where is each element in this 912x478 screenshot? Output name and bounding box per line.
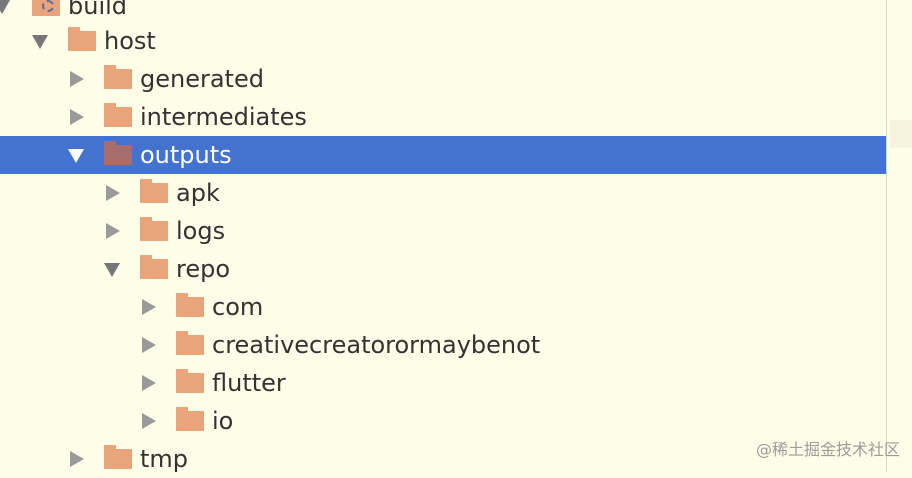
folder-icon xyxy=(176,407,204,431)
folder-icon xyxy=(176,293,204,317)
tree-item-label: repo xyxy=(176,255,231,283)
collapse-arrow-icon[interactable] xyxy=(142,337,156,353)
folder-icon xyxy=(176,331,204,355)
tree-item-label: generated xyxy=(140,65,264,93)
tree-item-intermediates[interactable]: intermediates xyxy=(0,98,886,136)
folder-icon xyxy=(140,179,168,203)
tree-item-label: flutter xyxy=(212,369,286,397)
expand-arrow-icon[interactable] xyxy=(32,35,48,49)
expand-arrow-icon[interactable] xyxy=(68,149,84,163)
folder-icon xyxy=(140,217,168,241)
tree-item-label: build xyxy=(68,0,128,20)
tree-item-host[interactable]: host xyxy=(0,22,886,60)
collapse-arrow-icon[interactable] xyxy=(70,451,84,467)
tree-item-label: outputs xyxy=(140,141,232,169)
tree-item-creativecreatorormaybenot[interactable]: creativecreatorormaybenot xyxy=(0,326,886,364)
vertical-scrollbar[interactable] xyxy=(886,0,912,472)
tree-item-label: tmp xyxy=(140,445,189,473)
collapse-arrow-icon[interactable] xyxy=(142,413,156,429)
folder-icon xyxy=(68,27,96,51)
tree-item-tmp[interactable]: tmp xyxy=(0,440,886,478)
tree-item-label: intermediates xyxy=(140,103,307,131)
tree-item-label: creativecreatorormaybenot xyxy=(212,331,541,359)
tree-item-label: host xyxy=(104,27,156,55)
collapse-arrow-icon[interactable] xyxy=(70,109,84,125)
folder-icon xyxy=(140,255,168,279)
scrollbar-marker xyxy=(890,120,912,148)
tree-item-flutter[interactable]: flutter xyxy=(0,364,886,402)
project-tree: build host generated intermediates outpu… xyxy=(0,0,886,473)
folder-icon xyxy=(176,369,204,393)
tree-item-outputs[interactable]: outputs xyxy=(0,136,886,174)
folder-icon xyxy=(104,65,132,89)
tree-item-generated[interactable]: generated xyxy=(0,60,886,98)
tree-item-apk[interactable]: apk xyxy=(0,174,886,212)
folder-icon xyxy=(104,445,132,469)
collapse-arrow-icon[interactable] xyxy=(142,375,156,391)
folder-icon xyxy=(104,141,132,165)
tree-item-label: io xyxy=(212,407,234,435)
tree-item-io[interactable]: io xyxy=(0,402,886,440)
tree-item-repo[interactable]: repo xyxy=(0,250,886,288)
tree-item-label: apk xyxy=(176,179,220,207)
expand-arrow-icon[interactable] xyxy=(0,0,10,14)
tree-item-label: com xyxy=(212,293,264,321)
collapse-arrow-icon[interactable] xyxy=(142,299,156,315)
tree-item-com[interactable]: com xyxy=(0,288,886,326)
folder-icon xyxy=(104,103,132,127)
watermark: @稀土掘金技术社区 xyxy=(755,440,900,459)
collapse-arrow-icon[interactable] xyxy=(106,185,120,201)
tree-item-logs[interactable]: logs xyxy=(0,212,886,250)
gear-folder-icon xyxy=(32,0,60,16)
expand-arrow-icon[interactable] xyxy=(104,263,120,277)
collapse-arrow-icon[interactable] xyxy=(106,223,120,239)
tree-item-label: logs xyxy=(176,217,226,245)
collapse-arrow-icon[interactable] xyxy=(70,71,84,87)
